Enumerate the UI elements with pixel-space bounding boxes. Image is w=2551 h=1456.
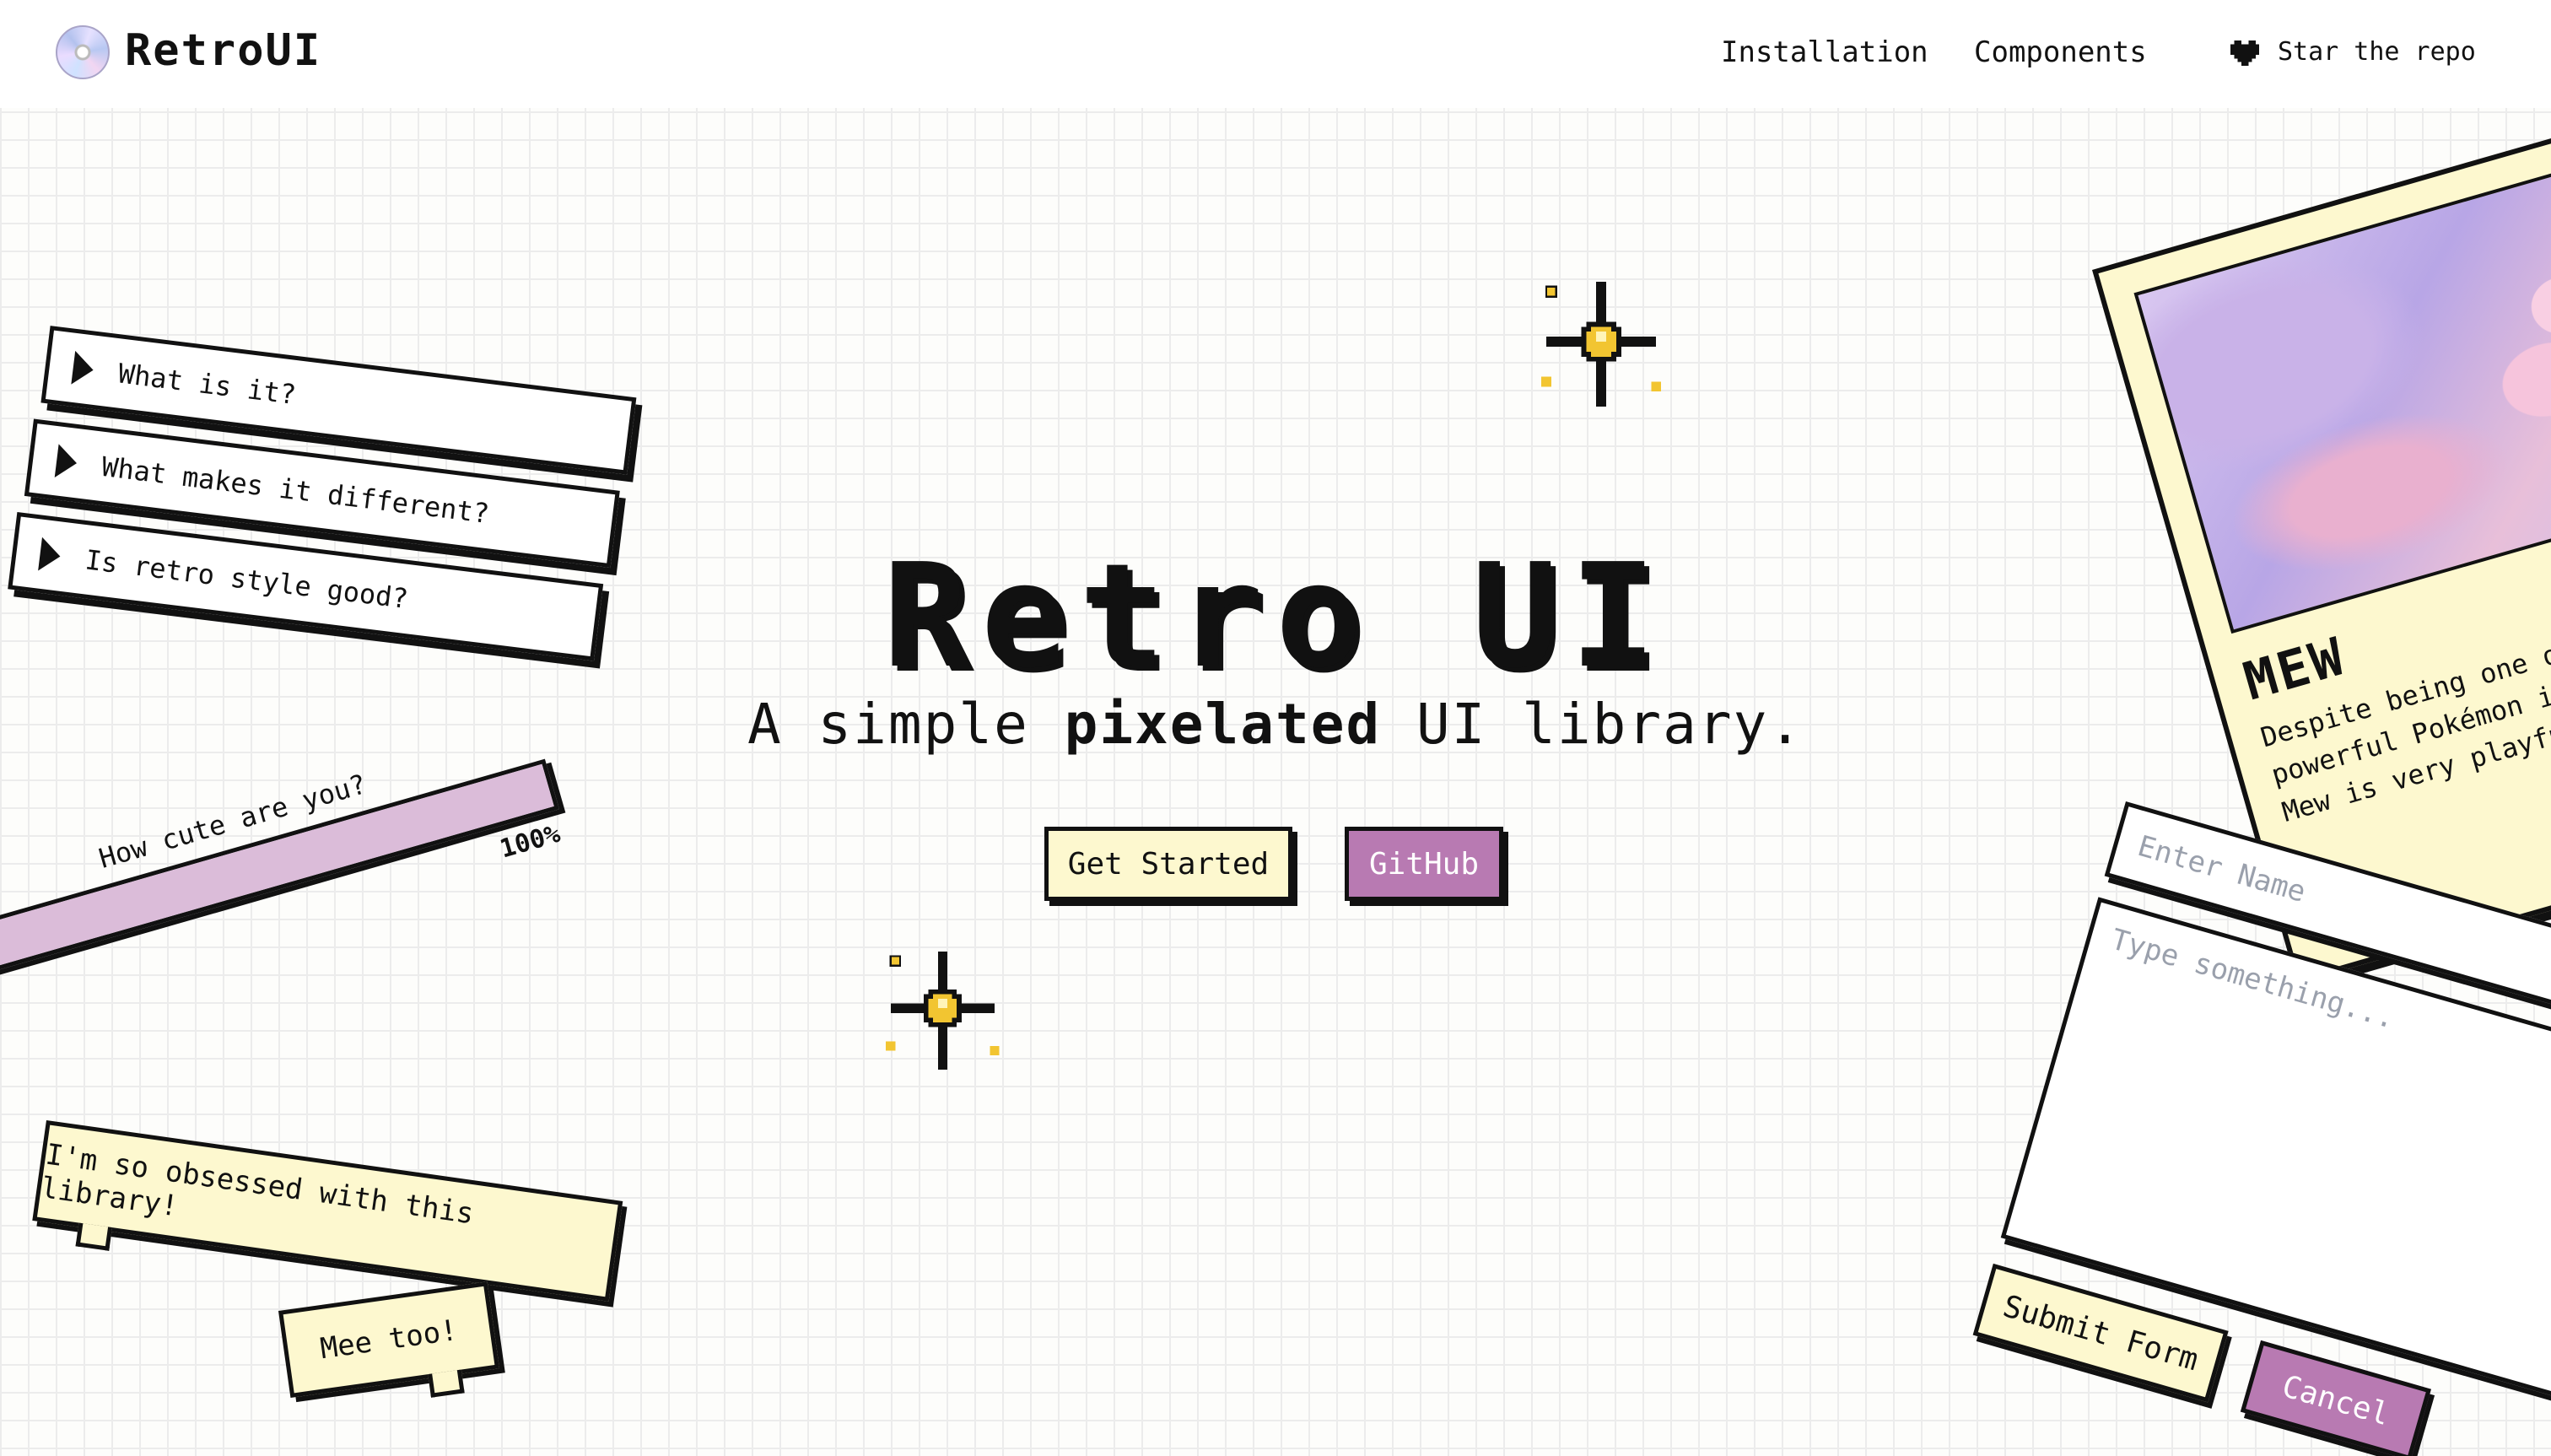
play-triangle-icon [54, 444, 79, 480]
hero-subtitle-pre: A simple [747, 692, 1065, 757]
hero-subtitle-bold: pixelated [1064, 692, 1382, 757]
heart-icon[interactable] [2230, 39, 2259, 67]
speech-bubble-tail [75, 1222, 113, 1251]
star-repo-link[interactable]: Star the repo [2278, 37, 2476, 67]
speech-bubble-text: I'm so obsessed with this library! [39, 1137, 476, 1232]
sparkle-icon [886, 952, 1000, 1070]
play-triangle-icon [71, 350, 96, 387]
get-started-button[interactable]: Get Started [1044, 827, 1292, 901]
sparkle-icon [1541, 282, 1662, 407]
site-header: RetroUI Installation Components Star the… [0, 0, 2551, 108]
progress-value: 100% [496, 818, 564, 865]
brand-logo[interactable]: RetroUI [125, 25, 321, 76]
speech-bubble-text: Mee too! [318, 1313, 460, 1367]
speech-bubble-mee-too: Mee too! [278, 1281, 500, 1398]
cancel-button[interactable]: Cancel [2240, 1340, 2431, 1456]
mew-illustration [2133, 146, 2551, 634]
accordion-item-label: What makes it different? [100, 450, 492, 530]
nav-installation[interactable]: Installation [1721, 35, 1928, 69]
hero-subtitle: A simple pixelated UI library. [0, 692, 2551, 757]
speech-bubble-obsessed: I'm so obsessed with this library! [32, 1120, 623, 1302]
github-button[interactable]: GitHub [1345, 827, 1503, 901]
accordion-item-label: What is it? [116, 357, 299, 412]
hero-title: Retro UI [882, 533, 1669, 700]
nav-components[interactable]: Components [1974, 35, 2147, 69]
speech-bubble-tail [428, 1369, 465, 1398]
hero-subtitle-post: UI library. [1381, 692, 1804, 757]
cd-disc-icon[interactable] [56, 25, 110, 79]
